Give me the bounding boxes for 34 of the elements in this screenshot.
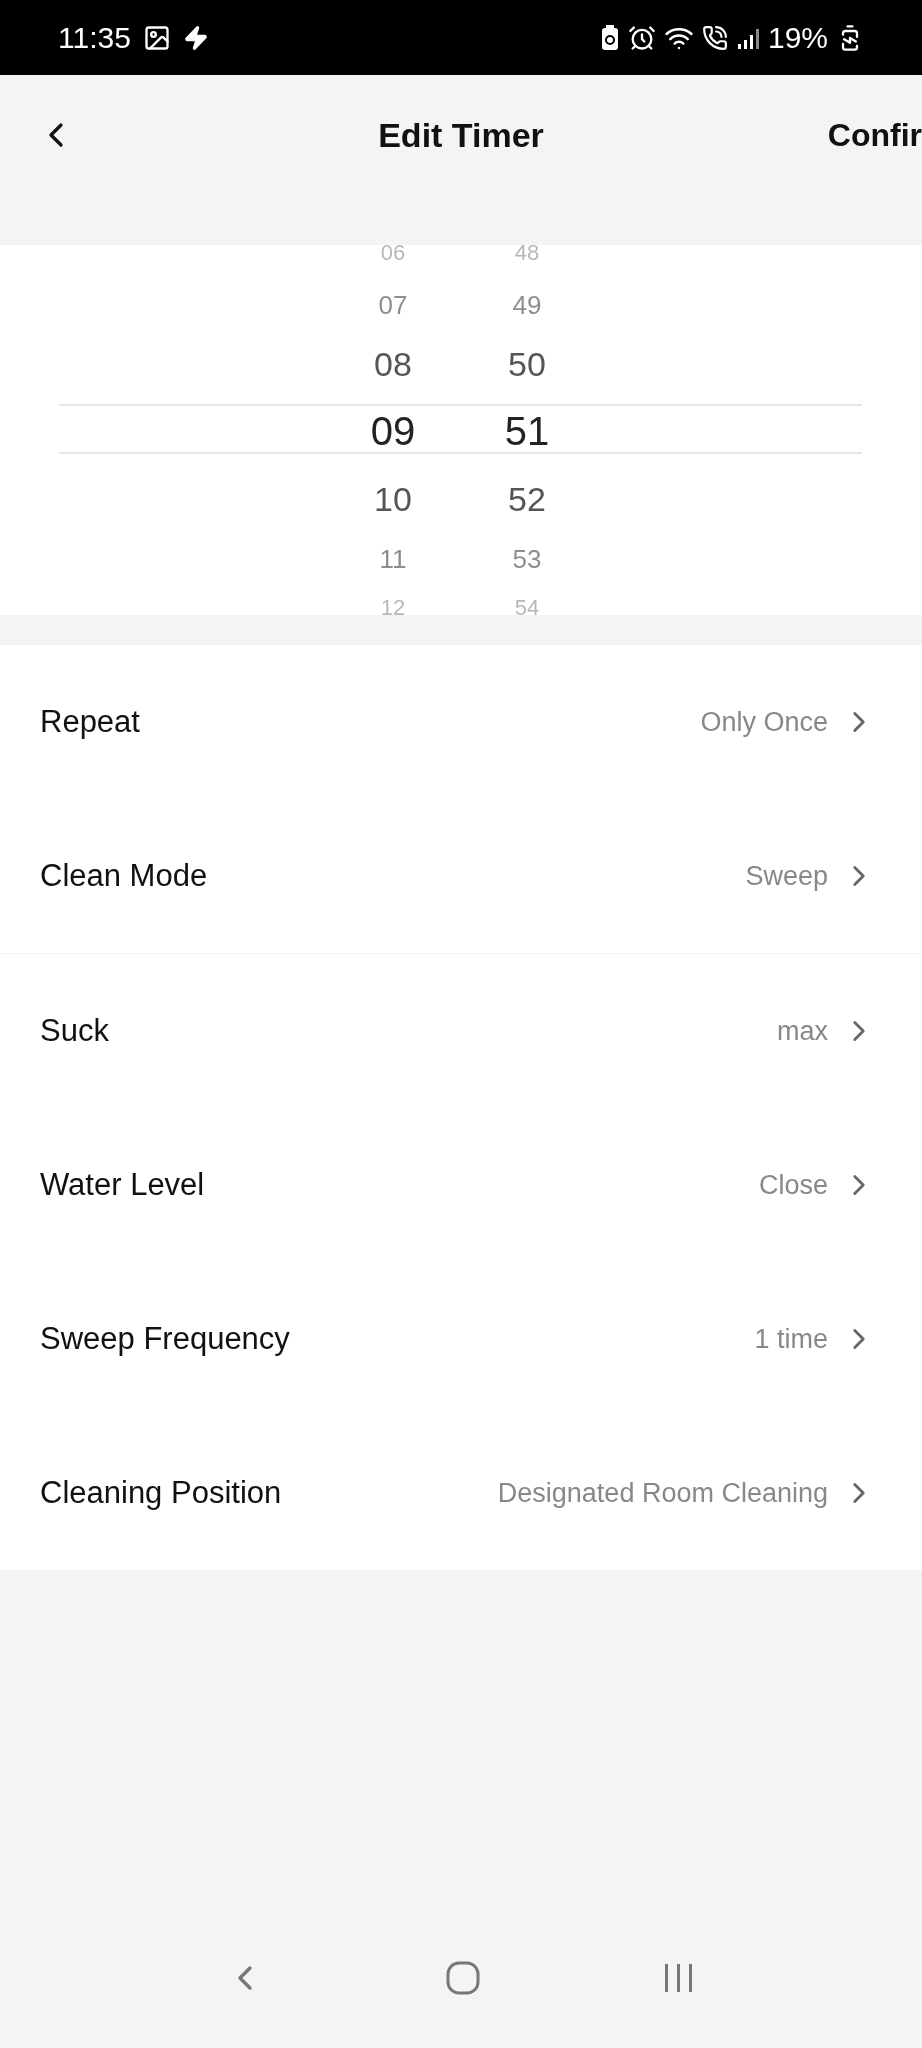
settings-row[interactable]: Clean Mode Sweep bbox=[0, 799, 922, 953]
status-time: 11:35 bbox=[58, 20, 131, 56]
setting-label: Suck bbox=[40, 1011, 109, 1050]
lightning-icon bbox=[182, 24, 209, 51]
picker-value[interactable]: 10 bbox=[374, 482, 412, 516]
confirm-button[interactable]: Confir bbox=[827, 111, 922, 159]
setting-label: Sweep Frequency bbox=[40, 1319, 290, 1358]
setting-label: Repeat bbox=[40, 702, 140, 741]
picker-value[interactable]: 09 bbox=[370, 411, 416, 451]
settings-row[interactable]: Repeat Only Once bbox=[0, 645, 922, 799]
setting-value: Only Once bbox=[700, 705, 828, 739]
setting-label: Water Level bbox=[40, 1165, 205, 1204]
picker-value[interactable]: 50 bbox=[508, 347, 546, 381]
setting-value: max bbox=[777, 1014, 828, 1048]
setting-value: 1 time bbox=[754, 1322, 828, 1356]
setting-label: Cleaning Position bbox=[40, 1473, 282, 1512]
setting-value: Sweep bbox=[745, 859, 828, 893]
setting-value: Designated Room Cleaning bbox=[497, 1476, 828, 1510]
call-icon bbox=[701, 24, 728, 51]
settings-row[interactable]: Suck max bbox=[0, 954, 922, 1108]
battery-recycle-icon bbox=[599, 23, 620, 52]
alarm-icon bbox=[627, 23, 656, 52]
settings-row[interactable]: Sweep Frequency 1 time bbox=[0, 1262, 922, 1416]
page-title: Edit Timer bbox=[378, 114, 544, 156]
picker-value[interactable]: 52 bbox=[508, 482, 546, 516]
battery-percent: 19% bbox=[767, 20, 828, 56]
settings-row[interactable]: Water Level Close bbox=[0, 1108, 922, 1262]
setting-label: Clean Mode bbox=[40, 856, 208, 895]
settings-row[interactable]: Cleaning Position Designated Room Cleaning bbox=[0, 1416, 922, 1570]
image-icon bbox=[142, 23, 171, 52]
picker-value[interactable]: 08 bbox=[374, 347, 412, 381]
nav-home-icon[interactable] bbox=[445, 1960, 481, 1996]
setting-value: Close bbox=[758, 1168, 828, 1202]
picker-value[interactable]: 51 bbox=[504, 411, 550, 451]
